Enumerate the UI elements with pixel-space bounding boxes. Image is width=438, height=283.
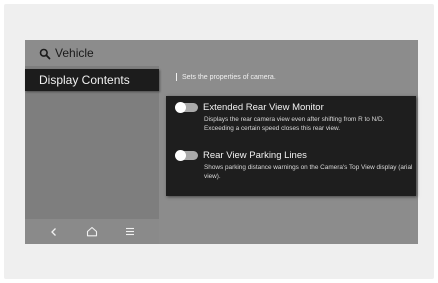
search-icon[interactable] xyxy=(39,47,51,60)
setting-label: Extended Rear View Monitor xyxy=(203,102,324,113)
sidebar: Display Contents xyxy=(25,66,159,244)
toggle-knob xyxy=(175,102,186,113)
setting-label: Rear View Parking Lines xyxy=(203,150,307,161)
setting-extended-rear-view-monitor: Extended Rear View Monitor Displays the … xyxy=(175,101,414,133)
screen: Vehicle Display Contents Sets the proper… xyxy=(25,40,418,244)
rear-view-parking-lines-toggle[interactable] xyxy=(175,150,198,161)
menu-icon xyxy=(126,227,134,236)
page-title: Vehicle xyxy=(55,46,94,60)
setting-description: Displays the rear camera view even after… xyxy=(204,116,385,132)
back-button[interactable] xyxy=(46,224,62,240)
subtitle-divider xyxy=(176,73,177,81)
sidebar-item-display-contents[interactable]: Display Contents xyxy=(25,69,159,91)
toggle-knob xyxy=(175,150,186,161)
home-button[interactable] xyxy=(84,224,100,240)
setting-rear-view-parking-lines: Rear View Parking Lines Shows parking di… xyxy=(175,149,414,181)
extended-rear-view-monitor-toggle[interactable] xyxy=(175,102,198,113)
section-subtitle: Sets the properties of camera. xyxy=(176,73,276,81)
bottom-nav-bar xyxy=(25,219,159,244)
chevron-left-icon xyxy=(51,227,56,236)
setting-description: Shows parking distance warnings on the C… xyxy=(204,164,413,180)
settings-panel: Extended Rear View Monitor Displays the … xyxy=(166,96,416,196)
home-icon xyxy=(86,226,98,237)
menu-button[interactable] xyxy=(122,224,138,240)
header: Vehicle xyxy=(25,40,418,66)
subtitle-text: Sets the properties of camera. xyxy=(182,73,276,81)
sidebar-item-label: Display Contents xyxy=(39,73,130,87)
